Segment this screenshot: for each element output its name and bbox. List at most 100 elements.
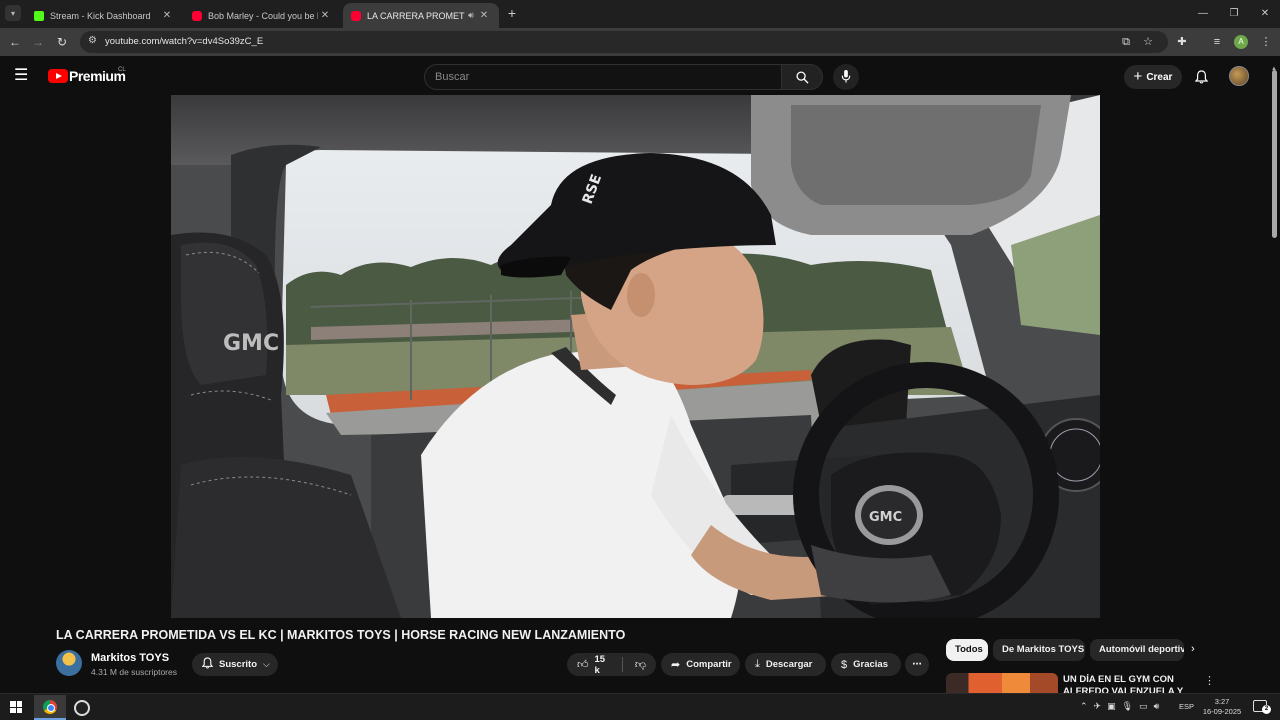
clock-date: 16-09-2025 [1202, 707, 1242, 716]
tray-volume-icon[interactable]: 🔊︎ [1154, 701, 1160, 712]
subscribed-button[interactable]: Suscrito ⌵ [192, 653, 278, 676]
share-button[interactable]: ➦ Compartir [661, 653, 740, 676]
extensions-icon[interactable]: ✚ [1174, 34, 1190, 50]
scrollbar-thumb[interactable] [1272, 70, 1277, 238]
search-placeholder: Buscar [435, 71, 470, 83]
thanks-icon: $ [841, 658, 848, 671]
chip-de-markitos-toys[interactable]: De Markitos TOYS [993, 639, 1085, 661]
browser-toolbar: ← → ↻ ⚙︎ youtube.com/watch?v=dv4So39zC_E… [0, 28, 1280, 56]
youtube-favicon-icon [351, 10, 361, 21]
chevron-down-icon: ⌵ [263, 659, 270, 669]
seat-gmc-badge: GMC [223, 331, 279, 356]
subscribed-label: Suscrito [219, 659, 258, 670]
close-window-icon[interactable]: ✕ [1257, 6, 1273, 22]
dislike-icon[interactable]: 👎︎ [635, 658, 646, 671]
recommendation-more-icon[interactable]: ⋮ [1204, 674, 1215, 687]
page-scrollbar[interactable]: ▲ [1270, 66, 1278, 690]
restore-window-icon[interactable]: ❐ [1226, 6, 1242, 22]
taskbar-clock[interactable]: 3:27 16-09-2025 [1200, 697, 1244, 717]
windows-start-icon[interactable] [10, 701, 22, 713]
media-controls-icon[interactable]: ≡ [1209, 34, 1225, 50]
youtube-premium-brand[interactable]: Premium [69, 68, 126, 84]
browser-menu-icon[interactable]: ⋮ [1258, 34, 1274, 50]
video-title: LA CARRERA PROMETIDA VS EL KC | MARKITOS… [56, 628, 626, 642]
create-button[interactable]: + Crear [1124, 65, 1182, 89]
new-tab-button[interactable]: + [504, 6, 520, 22]
chip-todos[interactable]: Todos [946, 639, 988, 661]
kick-favicon-icon [34, 10, 44, 21]
like-icon[interactable]: 👍︎ [577, 658, 589, 671]
chip-automovil-deportivo[interactable]: Automóvil deportivo [1090, 639, 1184, 661]
taskbar-chrome-button[interactable] [34, 695, 66, 720]
back-icon[interactable]: ← [7, 34, 23, 50]
country-code: CL [118, 67, 126, 73]
video-frame: GMC RSE GMC [171, 95, 1100, 618]
search-input[interactable]: Buscar [424, 64, 782, 90]
close-tab-icon[interactable]: ✕ [160, 10, 174, 21]
site-info-icon[interactable]: ⚙︎ [88, 35, 97, 46]
tab-la-carrera-prometida[interactable]: LA CARRERA PROMETIDA VS EL KC | MARKITOS… [343, 3, 499, 28]
tray-device-icon[interactable]: ▣ [1107, 701, 1116, 712]
thanks-button[interactable]: $ Gracias [831, 653, 901, 676]
tab-search-icon[interactable]: ▾ [5, 5, 21, 21]
bookmark-star-icon[interactable]: ☆ [1140, 34, 1156, 50]
like-count[interactable]: 15 k [595, 654, 610, 676]
subscriber-count: 4.31 M de suscriptores [91, 667, 177, 677]
notification-count: 2 [1262, 705, 1271, 714]
share-label: Compartir [686, 659, 732, 670]
tray-mic-icon[interactable]: 🎙︎ [1122, 701, 1133, 712]
browser-profile-avatar[interactable]: A [1234, 35, 1248, 49]
youtube-masthead: ☰ Premium CL Buscar + Crear [0, 56, 1280, 96]
tab-bob-marley[interactable]: Bob Marley - Could you be loved ✕ [184, 3, 340, 28]
install-app-icon[interactable]: ⧉ [1118, 34, 1134, 50]
address-url: youtube.com/watch?v=dv4So39zC_E [105, 36, 264, 47]
microphone-icon [841, 70, 851, 83]
windows-taskbar: ⌃ ✈︎ ▣ 🎙︎ ▭ 🔊︎ ESP 3:27 16-09-2025 2 [0, 693, 1280, 720]
voice-search-button[interactable] [833, 64, 859, 90]
input-language[interactable]: ESP [1179, 702, 1194, 711]
tab-kick-dashboard[interactable]: Stream - Kick Dashboard ✕ [26, 3, 182, 28]
reload-icon[interactable]: ↻ [54, 34, 70, 50]
chevron-right-icon[interactable]: › [1191, 643, 1195, 655]
like-dislike-group: 👍︎ 15 k 👎︎ [567, 653, 656, 676]
video-player[interactable]: GMC RSE GMC [171, 95, 1100, 618]
channel-avatar[interactable] [56, 650, 82, 676]
taskbar-obs-icon[interactable] [74, 700, 90, 716]
share-icon: ➦ [671, 659, 681, 671]
browser-tab-bar: ▾ Stream - Kick Dashboard ✕ Bob Marley -… [0, 0, 1280, 28]
tab-title: Bob Marley - Could you be loved [208, 10, 318, 21]
tray-network-icon[interactable]: ▭ [1139, 701, 1148, 712]
address-bar[interactable]: ⚙︎ youtube.com/watch?v=dv4So39zC_E [80, 31, 1168, 53]
plus-icon: + [1133, 68, 1143, 85]
download-icon: ⤓ [755, 658, 760, 670]
minimize-window-icon[interactable]: — [1195, 6, 1211, 22]
like-divider [621, 657, 623, 672]
search-icon [795, 71, 809, 84]
tab-title: LA CARRERA PROMETIDA VS EL KC | MARKITOS… [367, 10, 465, 21]
youtube-logo-icon[interactable] [48, 69, 68, 83]
audio-playing-icon[interactable]: 🔊︎ [465, 10, 477, 21]
wheel-gmc-badge: GMC [869, 510, 902, 525]
clock-time: 3:27 [1214, 697, 1230, 706]
channel-name[interactable]: Markitos TOYS [91, 652, 169, 664]
close-tab-icon[interactable]: ✕ [318, 10, 332, 21]
tray-app-icon[interactable]: ✈︎ [1094, 701, 1102, 712]
recommendation-title[interactable]: UN DÍA EN EL GYM CON ALFREDO VALENZUELA … [1063, 674, 1193, 694]
create-label: Crear [1146, 71, 1173, 83]
account-avatar[interactable] [1229, 66, 1249, 86]
more-actions-button[interactable]: ⋯ [905, 653, 929, 676]
youtube-favicon-icon [192, 10, 202, 21]
bell-icon [201, 657, 214, 672]
search-button[interactable] [781, 64, 823, 90]
recommendation-thumbnail[interactable] [946, 673, 1058, 693]
more-horizontal-icon: ⋯ [912, 659, 922, 670]
notifications-bell-icon[interactable] [1192, 68, 1210, 86]
close-tab-icon[interactable]: ✕ [477, 10, 491, 21]
forward-icon[interactable]: → [30, 34, 46, 50]
guide-menu-icon[interactable]: ☰ [14, 68, 32, 84]
download-button[interactable]: ⤓ Descargar [745, 653, 826, 676]
chrome-icon [43, 700, 57, 714]
tray-chevron-up-icon[interactable]: ⌃ [1080, 701, 1088, 712]
system-tray: ⌃ ✈︎ ▣ 🎙︎ ▭ 🔊︎ [1080, 701, 1159, 712]
download-label: Descargar [765, 659, 813, 670]
